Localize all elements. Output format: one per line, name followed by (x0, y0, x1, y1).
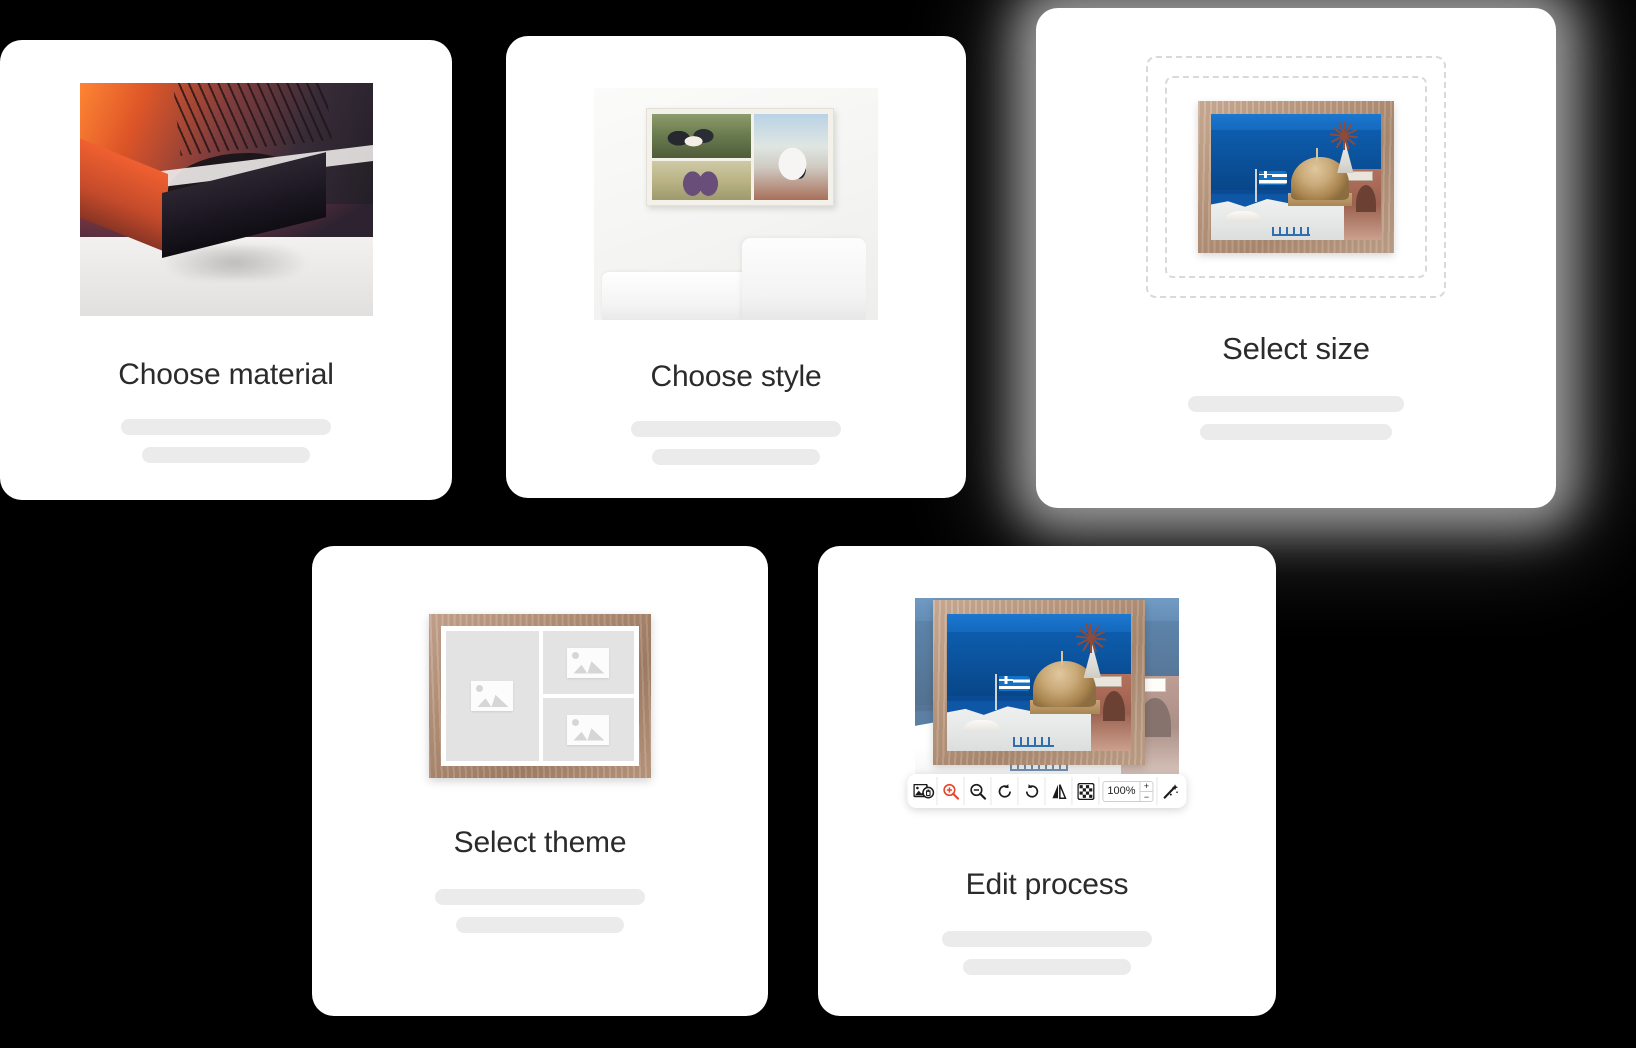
theme-slot-2 (542, 631, 634, 694)
wooden-picture-frame (1198, 101, 1394, 253)
theme-slot-1 (446, 631, 539, 761)
zoom-level-control[interactable]: 100% + − (1102, 780, 1154, 802)
wooden-frame-layout (429, 614, 651, 778)
sofa-backrest (742, 238, 866, 320)
card-choose-style[interactable]: Choose style (506, 36, 966, 498)
rotate-right-icon[interactable] (1018, 777, 1046, 805)
edit-process-media: 100% + − (897, 598, 1197, 808)
editor-toolbar[interactable]: 100% + − (907, 774, 1187, 808)
transparency-icon[interactable] (1072, 777, 1100, 805)
wall-canvas-collage (646, 108, 834, 206)
size-guide-inner (1165, 76, 1427, 278)
placeholder-line-1 (121, 419, 331, 435)
image-placeholder-icon (471, 681, 514, 711)
text-placeholders (506, 421, 966, 465)
santorini-photo (1211, 114, 1381, 240)
card-edit-process[interactable]: 100% + − Edit process (818, 546, 1276, 1016)
collage-photo-3 (754, 114, 828, 200)
zoom-in-icon[interactable] (937, 777, 965, 805)
card-select-size[interactable]: Select size (1036, 8, 1556, 508)
card-select-theme[interactable]: Select theme (312, 546, 768, 1016)
text-placeholders (1036, 396, 1556, 441)
zoom-level-value: 100% (1107, 784, 1136, 797)
card-title: Choose style (650, 360, 822, 393)
collage-photo-2 (652, 161, 752, 200)
placeholder-line-2 (963, 959, 1131, 975)
card-title: Edit process (965, 868, 1129, 901)
collage-photo-1 (652, 114, 752, 159)
placeholder-line-1 (942, 931, 1152, 947)
text-placeholders (818, 931, 1276, 975)
card-choose-material[interactable]: Choose material (0, 40, 452, 500)
placeholder-line-2 (456, 917, 624, 933)
cards-stage: Choose material Choose style Select size… (0, 0, 1636, 1048)
placeholder-line-2 (652, 449, 820, 465)
card-title: Select theme (453, 826, 627, 859)
placeholder-line-2 (142, 447, 310, 463)
placeholder-line-2 (1200, 424, 1392, 441)
size-guide-outer (1146, 56, 1446, 298)
card-title: Select size (1222, 331, 1370, 366)
magic-wand-icon[interactable] (1156, 777, 1184, 805)
image-placeholder-icon (567, 714, 610, 745)
card-title: Choose material (118, 358, 334, 391)
image-placeholder-icon (567, 647, 610, 678)
canvas-corner-photo (79, 83, 373, 316)
placeholder-line-1 (1188, 396, 1404, 413)
choose-material-media (0, 83, 452, 316)
rotate-left-icon[interactable] (991, 777, 1019, 805)
zoom-increase-button[interactable]: + (1140, 782, 1153, 792)
text-placeholders (312, 889, 768, 933)
placeholder-line-1 (435, 889, 645, 905)
wooden-picture-frame (933, 600, 1145, 765)
zoom-decrease-button[interactable]: − (1141, 792, 1153, 801)
room-wall-canvas-collage (594, 88, 878, 320)
theme-slot-3 (542, 698, 634, 761)
zoom-stepper[interactable]: + − (1139, 781, 1153, 801)
choose-style-media (506, 88, 966, 320)
select-size-media (1036, 56, 1556, 298)
frame-mat (441, 626, 639, 766)
flip-horizontal-icon[interactable] (1045, 777, 1073, 805)
placeholder-line-1 (631, 421, 841, 437)
santorini-photo (947, 614, 1131, 751)
delete-image-icon[interactable] (910, 777, 938, 805)
select-theme-media (312, 614, 768, 778)
zoom-out-icon[interactable] (964, 777, 992, 805)
text-placeholders (0, 419, 452, 463)
